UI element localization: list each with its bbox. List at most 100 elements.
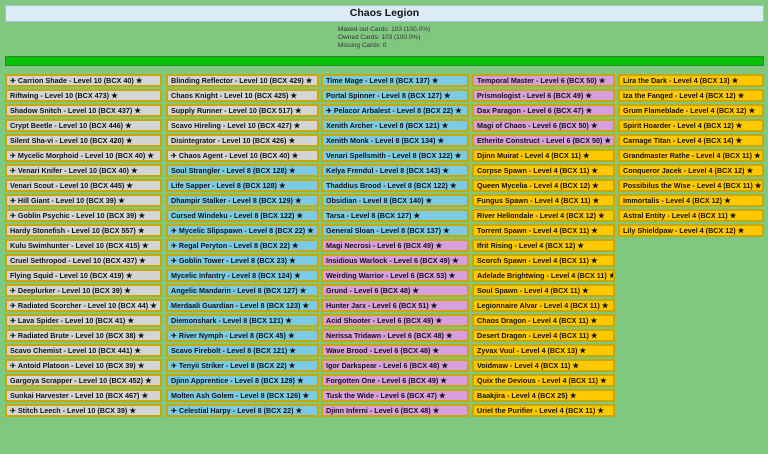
card-entry[interactable]: Flying Squid - Level 10 (BCX 419) ★ (5, 269, 162, 282)
card-entry[interactable]: Etherite Construct - Level 6 (BCX 50) ★ (472, 134, 615, 147)
card-entry[interactable]: General Sloan - Level 8 (BCX 137) ★ (321, 224, 469, 237)
card-entry[interactable]: Magi of Chaos - Level 6 (BCX 50) ★ (472, 119, 615, 132)
card-entry[interactable]: ✈ Mycelic Slipspawn - Level 8 (BCX 22) ★ (166, 224, 319, 237)
card-entry[interactable]: ✈ Carrion Shade - Level 10 (BCX 40) ★ (5, 74, 162, 87)
card-entry[interactable]: Weirding Warrior - Level 6 (BCX 53) ★ (321, 269, 469, 282)
card-entry[interactable]: Soul Strangler - Level 8 (BCX 128) ★ (166, 164, 319, 177)
card-entry[interactable]: Adelade Brightwing - Level 4 (BCX 11) ★ (472, 269, 615, 282)
card-entry[interactable]: Chaos Dragon - Level 4 (BCX 11) ★ (472, 314, 615, 327)
card-entry[interactable]: Torrent Spawn - Level 4 (BCX 11) ★ (472, 224, 615, 237)
card-entry[interactable]: River Hellondale - Level 4 (BCX 12) ★ (472, 209, 615, 222)
card-entry[interactable]: Possibilus the Wise - Level 4 (BCX 11) ★ (618, 179, 764, 192)
card-entry[interactable]: Hunter Jarx - Level 6 (BCX 51) ★ (321, 299, 469, 312)
card-entry[interactable]: Scorch Spawn - Level 4 (BCX 11) ★ (472, 254, 615, 267)
card-entry[interactable]: ✈ Hill Giant - Level 10 (BCX 39) ★ (5, 194, 162, 207)
card-entry[interactable]: ✈ Goblin Psychic - Level 10 (BCX 39) ★ (5, 209, 162, 222)
card-entry[interactable]: Acid Shooter - Level 6 (BCX 49) ★ (321, 314, 469, 327)
card-entry[interactable]: Forgotten One - Level 6 (BCX 49) ★ (321, 374, 469, 387)
card-entry[interactable]: Ifrit Rising - Level 4 (BCX 12) ★ (472, 239, 615, 252)
card-entry[interactable]: Queen Mycelia - Level 4 (BCX 12) ★ (472, 179, 615, 192)
card-entry[interactable]: Nerissa Tridawn - Level 6 (BCX 48) ★ (321, 329, 469, 342)
card-entry[interactable]: Lily Shieldpaw - Level 4 (BCX 12) ★ (618, 224, 764, 237)
card-entry[interactable]: Gargoya Scrapper - Level 10 (BCX 452) ★ (5, 374, 162, 387)
card-entry[interactable]: ✈ River Nymph - Level 8 (BCX 45) ★ (166, 329, 319, 342)
card-entry[interactable]: Legionnaire Alvar - Level 4 (BCX 11) ★ (472, 299, 615, 312)
card-entry[interactable]: ✈ Radiated Brute - Level 10 (BCX 38) ★ (5, 329, 162, 342)
card-entry[interactable]: ✈ Pelacor Arbalest - Level 8 (BCX 22) ★ (321, 104, 469, 117)
card-entry[interactable]: Quix the Devious - Level 4 (BCX 11) ★ (472, 374, 615, 387)
card-entry[interactable]: Disintegrator - Level 10 (BCX 426) ★ (166, 134, 319, 147)
card-entry[interactable]: Temporal Master - Level 6 (BCX 50) ★ (472, 74, 615, 87)
card-entry[interactable]: Igor Darkspear - Level 6 (BCX 48) ★ (321, 359, 469, 372)
card-entry[interactable]: Silent Sha-vi - Level 10 (BCX 420) ★ (5, 134, 162, 147)
card-entry[interactable]: Voidmaw - Level 4 (BCX 11) ★ (472, 359, 615, 372)
card-entry[interactable]: Tarsa - Level 8 (BCX 127) ★ (321, 209, 469, 222)
card-entry[interactable]: Prismologist - Level 6 (BCX 49) ★ (472, 89, 615, 102)
card-entry[interactable]: Hardy Stonefish - Level 10 (BCX 557) ★ (5, 224, 162, 237)
card-entry[interactable]: Dhampir Stalker - Level 8 (BCX 129) ★ (166, 194, 319, 207)
card-entry[interactable]: Astral Entity - Level 4 (BCX 11) ★ (618, 209, 764, 222)
card-entry[interactable]: Cursed Windeku - Level 8 (BCX 122) ★ (166, 209, 319, 222)
card-entry[interactable]: Scavo Hireling - Level 10 (BCX 427) ★ (166, 119, 319, 132)
card-entry[interactable]: Cruel Sethropod - Level 10 (BCX 437) ★ (5, 254, 162, 267)
card-entry[interactable]: Life Sapper - Level 8 (BCX 128) ★ (166, 179, 319, 192)
card-entry[interactable]: Djinn Apprentice - Level 8 (BCX 129) ★ (166, 374, 319, 387)
card-entry[interactable]: ✈ Deeplurker - Level 10 (BCX 39) ★ (5, 284, 162, 297)
card-entry[interactable]: Blinding Reflector - Level 10 (BCX 429) ★ (166, 74, 319, 87)
card-entry[interactable]: Wave Brood - Level 6 (BCX 48) ★ (321, 344, 469, 357)
card-entry[interactable]: Djinn Muirat - Level 4 (BCX 11) ★ (472, 149, 615, 162)
card-entry[interactable]: Grandmaster Rathe - Level 4 (BCX 11) ★ (618, 149, 764, 162)
card-entry[interactable]: Crypt Beetle - Level 10 (BCX 446) ★ (5, 119, 162, 132)
card-entry[interactable]: Conqueror Jacek - Level 4 (BCX 12) ★ (618, 164, 764, 177)
card-entry[interactable]: Sunkai Harvester - Level 10 (BCX 467) ★ (5, 389, 162, 402)
card-entry[interactable]: ✈ Lava Spider - Level 10 (BCX 41) ★ (5, 314, 162, 327)
card-entry[interactable]: ✈ Goblin Tower - Level 8 (BCX 23) ★ (166, 254, 319, 267)
card-entry[interactable]: Soul Spawn - Level 4 (BCX 11) ★ (472, 284, 615, 297)
card-entry[interactable]: Venari Spellsmith - Level 8 (BCX 122) ★ (321, 149, 469, 162)
card-entry[interactable]: Venari Scout - Level 10 (BCX 445) ★ (5, 179, 162, 192)
card-entry[interactable]: Mycelic Infantry - Level 8 (BCX 124) ★ (166, 269, 319, 282)
card-entry[interactable]: Fungus Spawn - Level 4 (BCX 11) ★ (472, 194, 615, 207)
card-entry[interactable]: ✈ Venari Knifer - Level 10 (BCX 40) ★ (5, 164, 162, 177)
card-entry[interactable]: Iza the Fanged - Level 4 (BCX 12) ★ (618, 89, 764, 102)
card-entry[interactable]: Scavo Chemist - Level 10 (BCX 441) ★ (5, 344, 162, 357)
card-entry[interactable]: Xenith Archer - Level 8 (BCX 121) ★ (321, 119, 469, 132)
card-entry[interactable]: Djinn Inferni - Level 6 (BCX 48) ★ (321, 404, 469, 417)
card-entry[interactable]: Dax Paragon - Level 6 (BCX 47) ★ (472, 104, 615, 117)
card-entry[interactable]: Molten Ash Golem - Level 8 (BCX 126) ★ (166, 389, 319, 402)
card-entry[interactable]: ✈ Chaos Agent - Level 10 (BCX 40) ★ (166, 149, 319, 162)
card-entry[interactable]: Kelya Frendul - Level 8 (BCX 143) ★ (321, 164, 469, 177)
card-entry[interactable]: ✈ Tenyii Striker - Level 8 (BCX 22) ★ (166, 359, 319, 372)
card-entry[interactable]: Scavo Firebolt - Level 8 (BCX 121) ★ (166, 344, 319, 357)
card-entry[interactable]: ✈ Radiated Scorcher - Level 10 (BCX 44) ★ (5, 299, 162, 312)
card-entry[interactable]: Kulu Swimhunter - Level 10 (BCX 415) ★ (5, 239, 162, 252)
card-entry[interactable]: ✈ Regal Peryton - Level 8 (BCX 22) ★ (166, 239, 319, 252)
card-entry[interactable]: Carnage Titan - Level 4 (BCX 14) ★ (618, 134, 764, 147)
card-entry[interactable]: ✈ Stitch Leech - Level 10 (BCX 39) ★ (5, 404, 162, 417)
card-entry[interactable]: Corpse Spawn - Level 4 (BCX 11) ★ (472, 164, 615, 177)
card-entry[interactable]: Tusk the Wide - Level 6 (BCX 47) ★ (321, 389, 469, 402)
card-entry[interactable]: ✈ Mycelic Morphoid - Level 10 (BCX 40) ★ (5, 149, 162, 162)
card-entry[interactable]: Time Mage - Level 8 (BCX 137) ★ (321, 74, 469, 87)
card-entry[interactable]: Baakjira - Level 4 (BCX 25) ★ (472, 389, 615, 402)
card-entry[interactable]: Immortalis - Level 4 (BCX 12) ★ (618, 194, 764, 207)
card-entry[interactable]: ✈ Antoid Platoon - Level 10 (BCX 39) ★ (5, 359, 162, 372)
card-entry[interactable]: Lira the Dark - Level 4 (BCX 13) ★ (618, 74, 764, 87)
card-entry[interactable]: Magi Necrosi - Level 6 (BCX 49) ★ (321, 239, 469, 252)
card-entry[interactable]: Portal Spinner - Level 8 (BCX 127) ★ (321, 89, 469, 102)
card-entry[interactable]: Grund - Level 6 (BCX 48) ★ (321, 284, 469, 297)
card-entry[interactable]: Shadow Snitch - Level 10 (BCX 437) ★ (5, 104, 162, 117)
card-entry[interactable]: Thaddius Brood - Level 8 (BCX 122) ★ (321, 179, 469, 192)
card-entry[interactable]: Uriel the Purifier - Level 4 (BCX 11) ★ (472, 404, 615, 417)
card-entry[interactable]: Merdaali Guardian - Level 8 (BCX 123) ★ (166, 299, 319, 312)
card-entry[interactable]: Obsidian - Level 8 (BCX 140) ★ (321, 194, 469, 207)
card-entry[interactable]: Insidious Warlock - Level 6 (BCX 49) ★ (321, 254, 469, 267)
card-entry[interactable]: Diemonshark - Level 8 (BCX 121) ★ (166, 314, 319, 327)
card-entry[interactable]: Chaos Knight - Level 10 (BCX 425) ★ (166, 89, 319, 102)
card-entry[interactable]: ✈ Celestial Harpy - Level 8 (BCX 22) ★ (166, 404, 319, 417)
card-entry[interactable]: Angelic Mandarin - Level 8 (BCX 127) ★ (166, 284, 319, 297)
card-entry[interactable]: Zyvax Vuul - Level 4 (BCX 13) ★ (472, 344, 615, 357)
card-entry[interactable]: Desert Dragon - Level 4 (BCX 11) ★ (472, 329, 615, 342)
card-entry[interactable]: Grum Flameblade - Level 4 (BCX 12) ★ (618, 104, 764, 117)
card-entry[interactable]: Riftwing - Level 10 (BCX 473) ★ (5, 89, 162, 102)
